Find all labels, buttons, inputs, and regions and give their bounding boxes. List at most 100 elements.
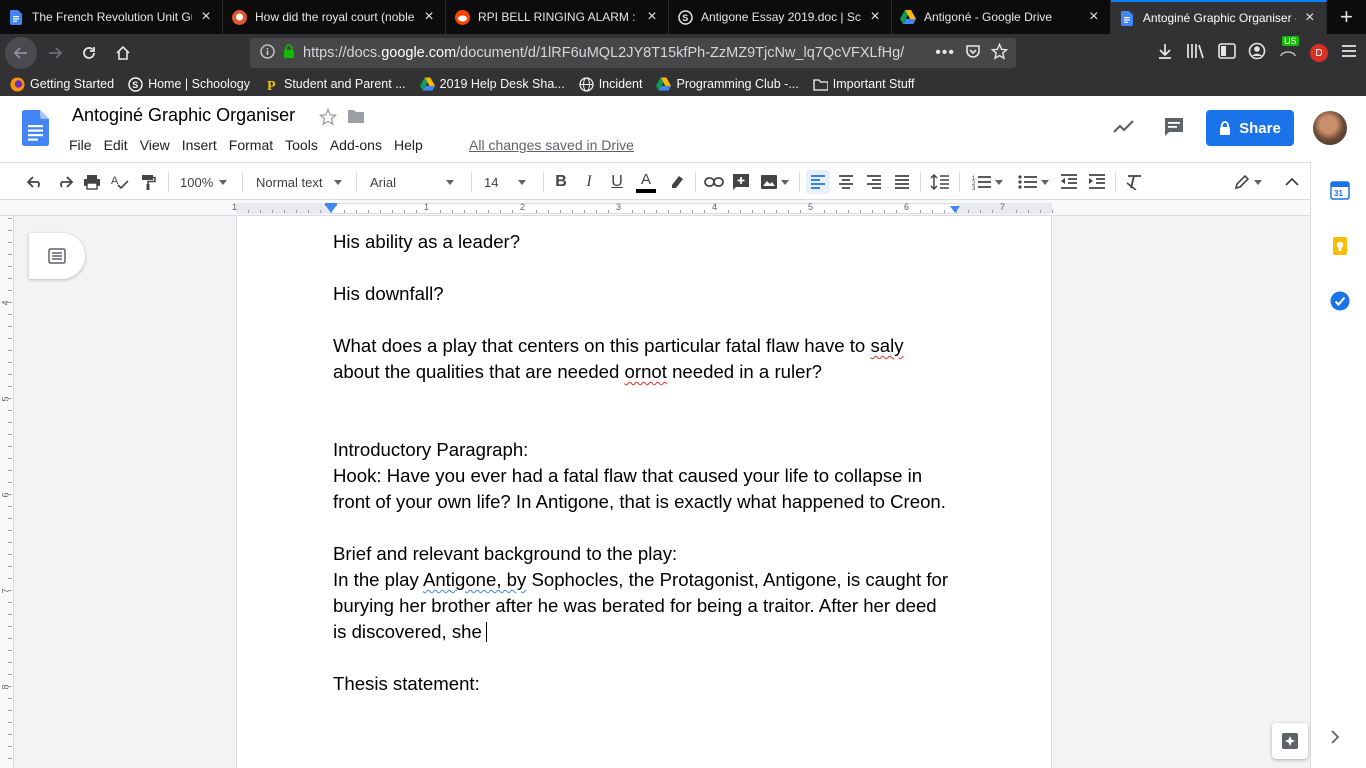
share-button[interactable]: Share	[1206, 110, 1294, 146]
menu-insert[interactable]: Insert	[182, 135, 224, 156]
underline-button[interactable]: U	[608, 170, 626, 194]
paragraph-style-select[interactable]: Normal text	[256, 170, 346, 194]
tab-royal-court[interactable]: How did the royal court (nobles ×	[223, 0, 446, 34]
chevron-right-icon[interactable]	[1330, 730, 1340, 749]
insert-link-icon[interactable]	[703, 170, 725, 194]
undo-icon[interactable]	[26, 170, 46, 194]
paint-format-icon[interactable]	[138, 170, 158, 194]
font-size-select[interactable]: 14	[484, 170, 536, 194]
close-tab-icon[interactable]: ×	[867, 9, 883, 25]
align-left-icon[interactable]	[806, 170, 830, 194]
clear-formatting-icon[interactable]	[1124, 170, 1144, 194]
decrease-indent-icon[interactable]	[1059, 170, 1079, 194]
bulleted-list-icon[interactable]	[1014, 170, 1052, 194]
library-icon[interactable]	[1186, 42, 1206, 65]
redo-icon[interactable]	[54, 170, 74, 194]
save-status-link[interactable]: All changes saved in Drive	[469, 137, 634, 153]
line-spacing-icon[interactable]	[929, 170, 951, 194]
new-tab-button[interactable]: +	[1327, 0, 1366, 34]
ruler-tick	[668, 210, 669, 213]
hide-menus-icon[interactable]	[1282, 170, 1302, 194]
back-button[interactable]	[5, 37, 37, 69]
close-tab-icon[interactable]: ×	[198, 9, 214, 25]
home-button[interactable]	[107, 37, 139, 69]
bookmark-help-desk[interactable]: 2019 Help Desk Sha...	[419, 77, 565, 92]
tab-antigone-essay[interactable]: S Antigone Essay 2019.doc | Sch ×	[669, 0, 892, 34]
tab-french-revolution[interactable]: The French Revolution Unit Gu ×	[0, 0, 223, 34]
url-bar[interactable]: https://docs.google.com/document/d/1lRF6…	[250, 38, 1016, 68]
move-folder-icon[interactable]	[347, 109, 365, 129]
bookmark-star-icon[interactable]	[990, 42, 1009, 64]
sidebar-icon[interactable]	[1218, 42, 1236, 64]
close-tab-icon[interactable]: ×	[1086, 9, 1102, 25]
text-color-button[interactable]: A	[635, 170, 657, 194]
close-tab-icon[interactable]: ×	[1302, 10, 1318, 26]
forward-button[interactable]	[39, 37, 71, 69]
numbered-list-icon[interactable]: 123	[968, 170, 1006, 194]
calendar-icon[interactable]: 31	[1330, 180, 1350, 200]
google-docs-logo-icon[interactable]	[22, 110, 49, 151]
pocket-icon[interactable]	[965, 43, 981, 63]
left-indent-handle[interactable]	[326, 206, 336, 213]
url-text[interactable]: https://docs.google.com/document/d/1lRF6…	[303, 45, 935, 61]
menu-format[interactable]: Format	[229, 135, 280, 156]
horizontal-ruler[interactable]: 1 1 2 3 4 5 6 7	[0, 200, 1310, 216]
menu-edit[interactable]: Edit	[104, 135, 135, 156]
spellcheck-icon[interactable]: A	[110, 170, 130, 194]
explore-button[interactable]	[1272, 723, 1308, 759]
spelling-error[interactable]: saly	[870, 335, 903, 356]
editing-mode-icon[interactable]	[1232, 170, 1264, 194]
increase-indent-icon[interactable]	[1087, 170, 1107, 194]
account-icon[interactable]	[1248, 42, 1266, 65]
align-right-icon[interactable]	[864, 170, 884, 194]
font-select[interactable]: Arial	[370, 170, 462, 194]
document-page[interactable]: His ability as a leader? His downfall? W…	[236, 216, 1052, 768]
insert-image-icon[interactable]	[759, 170, 789, 194]
profile-extension-icon[interactable]: D	[1310, 44, 1328, 62]
downloads-icon[interactable]	[1156, 42, 1174, 65]
info-icon[interactable]	[260, 43, 275, 63]
align-center-icon[interactable]	[836, 170, 856, 194]
italic-button[interactable]: I	[580, 170, 598, 194]
menu-tools[interactable]: Tools	[285, 135, 325, 156]
tab-google-drive[interactable]: Antigoné - Google Drive ×	[892, 0, 1111, 34]
menu-help[interactable]: Help	[394, 135, 430, 156]
bookmark-student-parent[interactable]: P Student and Parent ...	[264, 77, 406, 92]
user-avatar[interactable]	[1313, 111, 1347, 145]
keep-notes-icon[interactable]	[1330, 236, 1350, 256]
page-actions-icon[interactable]: •••	[935, 44, 955, 62]
activity-dashboard-icon[interactable]	[1113, 118, 1135, 139]
highlight-color-icon[interactable]	[667, 170, 687, 194]
tasks-icon[interactable]	[1330, 291, 1350, 311]
star-icon[interactable]	[318, 107, 338, 131]
document-body[interactable]: His ability as a leader? His downfall? W…	[333, 229, 973, 697]
tab-rpi-bell[interactable]: RPI BELL RINGING ALARM : ras ×	[446, 0, 669, 34]
menu-view[interactable]: View	[140, 135, 177, 156]
bookmark-incident[interactable]: Incident	[579, 76, 642, 92]
extension-icon[interactable]: US	[1278, 35, 1299, 65]
bookmark-programming-club[interactable]: Programming Club -...	[656, 77, 799, 92]
grammar-suggestion[interactable]: Antigone, by	[423, 569, 526, 590]
close-tab-icon[interactable]: ×	[421, 9, 437, 25]
zoom-select[interactable]: 100%	[180, 170, 234, 194]
document-title[interactable]: Antoginé Graphic Organiser	[72, 105, 295, 126]
menu-addons[interactable]: Add-ons	[330, 135, 389, 156]
insert-comment-icon[interactable]	[731, 170, 751, 194]
close-tab-icon[interactable]: ×	[644, 9, 660, 25]
align-justify-icon[interactable]	[892, 170, 912, 194]
spelling-error[interactable]: ornot	[625, 361, 667, 382]
document-outline-button[interactable]	[29, 233, 85, 279]
tab-graphic-organiser[interactable]: Antoginé Graphic Organiser - G ×	[1110, 0, 1327, 34]
right-indent-handle[interactable]	[950, 206, 960, 213]
menu-icon[interactable]	[1340, 43, 1358, 64]
reload-button[interactable]	[73, 37, 105, 69]
bookmark-getting-started[interactable]: Getting Started	[10, 77, 114, 92]
bookmark-schoology[interactable]: S Home | Schoology	[128, 76, 250, 92]
ruler-tick	[560, 210, 561, 213]
bookmark-important-stuff[interactable]: Important Stuff	[813, 77, 915, 92]
ruler-tick	[512, 210, 513, 213]
menu-file[interactable]: File	[69, 135, 99, 156]
print-icon[interactable]	[82, 170, 102, 194]
bold-button[interactable]: B	[552, 170, 570, 194]
comment-history-icon[interactable]	[1163, 116, 1185, 143]
